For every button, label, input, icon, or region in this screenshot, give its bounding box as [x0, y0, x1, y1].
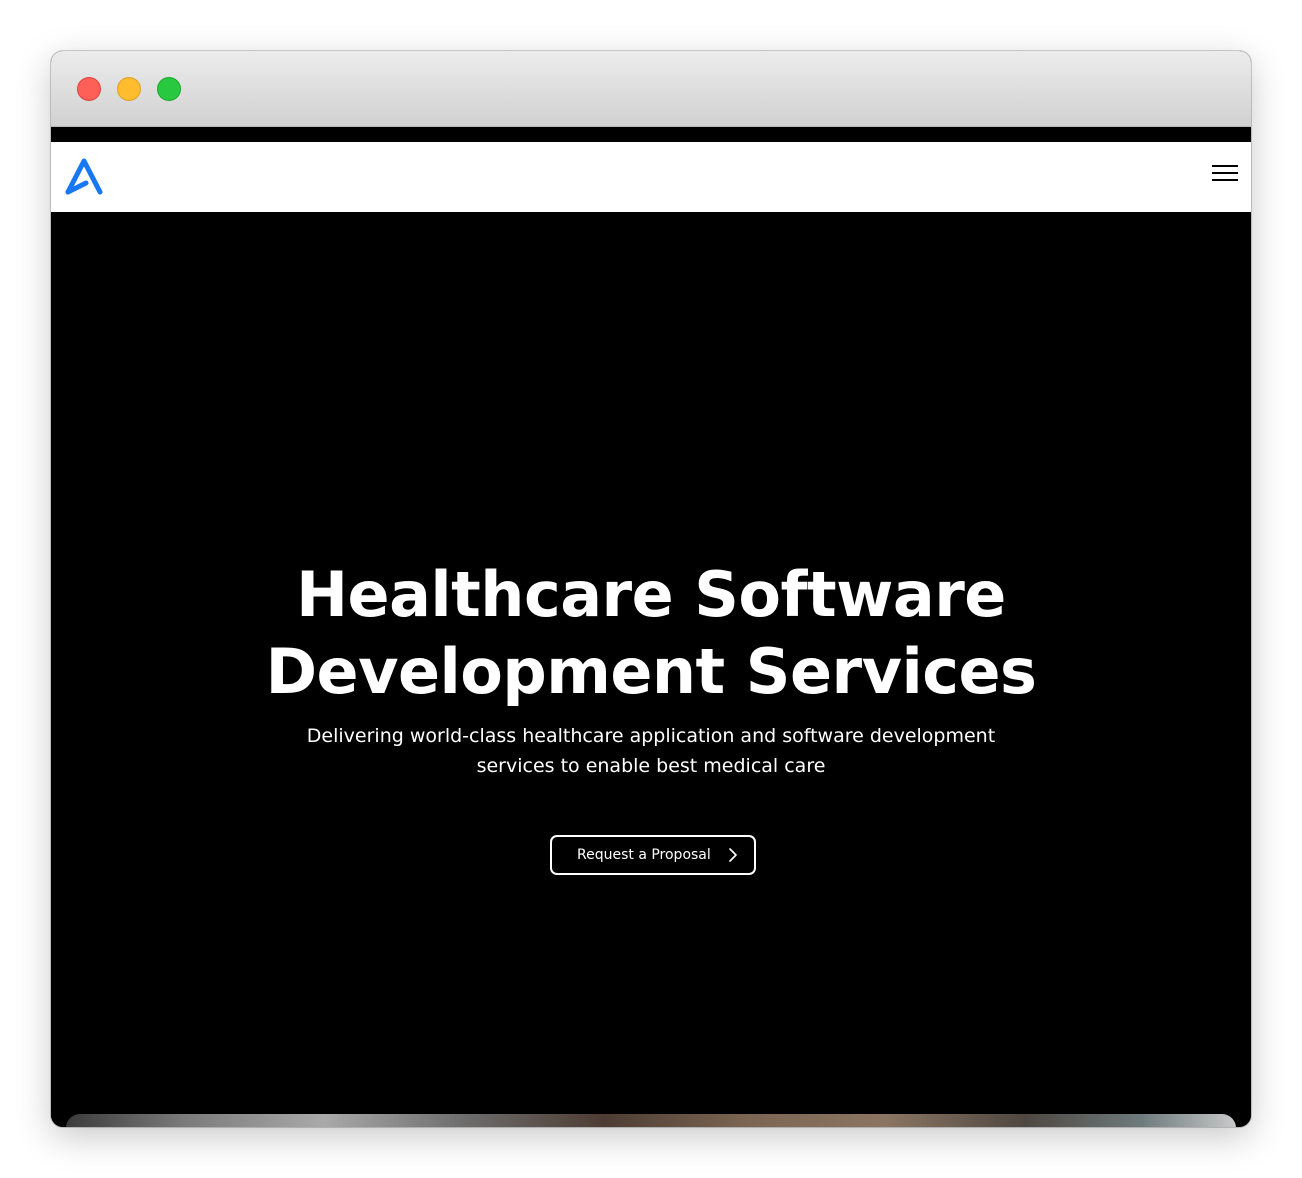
hero-subtitle: Delivering world-class healthcare applic…	[301, 721, 1001, 781]
chevron-right-icon	[728, 848, 738, 862]
request-proposal-label: Request a Proposal	[577, 847, 711, 863]
close-window-button[interactable]	[77, 77, 101, 101]
minimize-window-button[interactable]	[117, 77, 141, 101]
hero-title-line-1: Healthcare Software	[296, 558, 1006, 631]
hero-image	[66, 1114, 1236, 1127]
browser-window: Healthcare Software Development Services…	[51, 51, 1251, 1127]
hamburger-menu-icon[interactable]	[1211, 164, 1239, 184]
hero-subtitle-line-2: services to enable best medical care	[476, 755, 826, 777]
window-titlebar	[51, 51, 1251, 127]
brand-logo-icon[interactable]	[65, 157, 105, 195]
zoom-window-button[interactable]	[157, 77, 181, 101]
top-strip	[51, 127, 1251, 142]
site-navbar	[51, 142, 1251, 212]
request-proposal-button[interactable]: Request a Proposal	[550, 835, 756, 875]
hero-subtitle-line-1: Delivering world-class healthcare applic…	[306, 725, 996, 747]
hero-title: Healthcare Software Development Services	[51, 556, 1251, 710]
hero-title-line-2: Development Services	[265, 635, 1037, 708]
hero-section: Healthcare Software Development Services…	[51, 212, 1251, 1127]
